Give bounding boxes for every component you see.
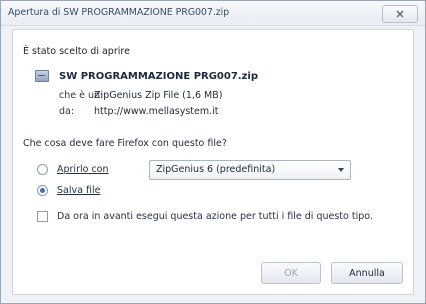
save-file-option[interactable]: Salva file <box>37 185 100 196</box>
file-name: SW PROGRAMMAZIONE PRG007.zip <box>59 70 259 82</box>
title-bar: Apertura di SW PROGRAMMAZIONE PRG007.zip <box>1 1 425 26</box>
action-question: Che cosa deve fare Firefox con questo fi… <box>23 138 227 149</box>
ok-button[interactable]: OK <box>261 262 321 284</box>
remember-choice-label[interactable]: Da ora in avanti esegui questa azione pe… <box>57 211 373 222</box>
close-icon <box>396 10 404 18</box>
open-with-radio[interactable] <box>37 164 48 175</box>
zip-file-icon <box>35 70 49 82</box>
file-type-row: che è un: ZipGenius Zip File (1,6 MB) <box>59 90 222 101</box>
file-type-value: ZipGenius Zip File (1,6 MB) <box>94 90 223 101</box>
chevron-down-icon <box>338 168 344 172</box>
file-type-label: che è un: <box>59 90 104 101</box>
open-with-option[interactable]: Aprirlo con <box>37 164 109 175</box>
window-title: Apertura di SW PROGRAMMAZIONE PRG007.zip <box>8 7 230 18</box>
open-hint: È stato scelto di aprire <box>23 46 130 57</box>
save-file-radio[interactable] <box>37 185 48 196</box>
open-with-app-value: ZipGenius 6 (predefinita) <box>156 164 276 175</box>
dialog-content: È stato scelto di aprire SW PROGRAMMAZIO… <box>12 29 414 295</box>
remember-choice-checkbox[interactable] <box>37 211 48 222</box>
file-row: SW PROGRAMMAZIONE PRG007.zip <box>35 70 258 82</box>
download-dialog: Apertura di SW PROGRAMMAZIONE PRG007.zip… <box>0 0 426 304</box>
file-source-label: da: <box>59 106 75 117</box>
open-with-label[interactable]: Aprirlo con <box>57 164 109 175</box>
open-with-app-select[interactable]: ZipGenius 6 (predefinita) <box>149 160 351 180</box>
file-source-value: http://www.mellasystem.it <box>94 106 219 117</box>
close-button[interactable] <box>382 5 418 23</box>
save-file-label[interactable]: Salva file <box>57 185 100 196</box>
cancel-button[interactable]: Annulla <box>331 262 403 284</box>
file-source-row: da: http://www.mellasystem.it <box>59 106 219 117</box>
remember-choice-option[interactable]: Da ora in avanti esegui questa azione pe… <box>37 211 373 222</box>
